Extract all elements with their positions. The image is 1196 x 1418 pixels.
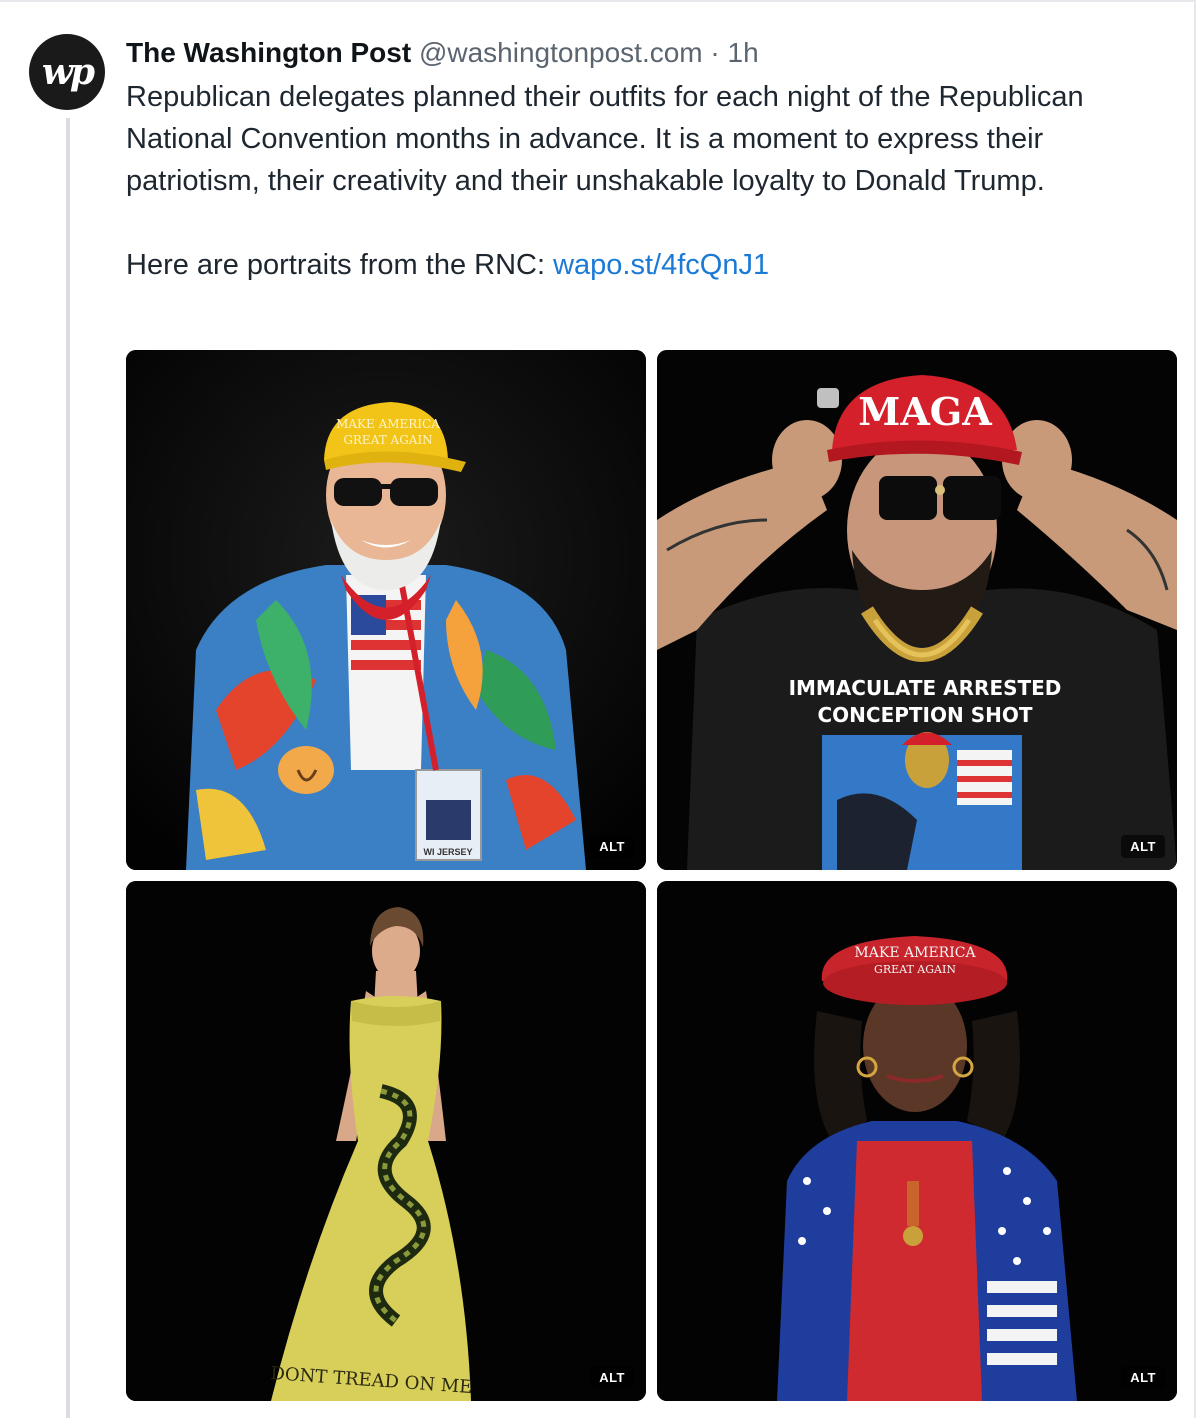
post-image-4[interactable]: MAKE AMERICA GREAT AGAIN ALT [657, 881, 1177, 1401]
post-header: The Washington Post @washingtonpost.com … [126, 36, 759, 70]
hat-text-2: GREAT AGAIN [343, 433, 432, 447]
hat-text-1: MAKE AMERICA [854, 945, 976, 961]
post-paragraph-1: Republican delegates planned their outfi… [126, 81, 1084, 197]
post-image-2[interactable]: MAGA IMMACULATE ARRESTED CONCEPTION SHOT… [657, 350, 1177, 870]
thread-line [66, 118, 70, 1418]
alt-badge-1[interactable]: ALT [590, 835, 634, 858]
post-timestamp[interactable]: 1h [728, 37, 759, 68]
post-paragraph-2-text: Here are portraits from the RNC: [126, 249, 554, 281]
post-link[interactable]: wapo.st/4fcQnJ1 [553, 249, 769, 281]
avatar[interactable]: wp [29, 34, 105, 110]
post-image-1[interactable]: WI JERSEY MAKE AMERICA GREAT AGAIN ALT [126, 350, 646, 870]
alt-badge-4[interactable]: ALT [1121, 1366, 1165, 1389]
post-image-3[interactable]: DONT TREAD ON ME ALT [126, 881, 646, 1401]
card-border-top [0, 0, 1196, 2]
post-body: Republican delegates planned their outfi… [126, 76, 1136, 286]
hat-text-1: MAKE AMERICA [336, 417, 440, 431]
alt-badge-2[interactable]: ALT [1121, 835, 1165, 858]
portrait-illustration-3: DONT TREAD ON ME [126, 881, 646, 1401]
portrait-illustration-4: MAKE AMERICA GREAT AGAIN [657, 881, 1177, 1401]
portrait-illustration-2: MAGA IMMACULATE ARRESTED CONCEPTION SHOT [657, 350, 1177, 870]
author-name[interactable]: The Washington Post [126, 37, 411, 68]
shirt-text-1: IMMACULATE ARRESTED [789, 676, 1062, 700]
portrait-illustration-1: WI JERSEY MAKE AMERICA GREAT AGAIN [126, 350, 646, 870]
shirt-text-2: CONCEPTION SHOT [818, 703, 1033, 727]
hat-text-2: GREAT AGAIN [874, 963, 956, 976]
meta-separator: · [710, 37, 720, 68]
avatar-logo: wp [41, 51, 95, 93]
lanyard-badge-text: WI JERSEY [423, 847, 472, 857]
hat-text: MAGA [858, 389, 992, 434]
post-paragraph-2: Here are portraits from the RNC: wapo.st… [126, 244, 1136, 286]
author-handle[interactable]: @washingtonpost.com [419, 37, 703, 68]
alt-badge-3[interactable]: ALT [590, 1366, 634, 1389]
